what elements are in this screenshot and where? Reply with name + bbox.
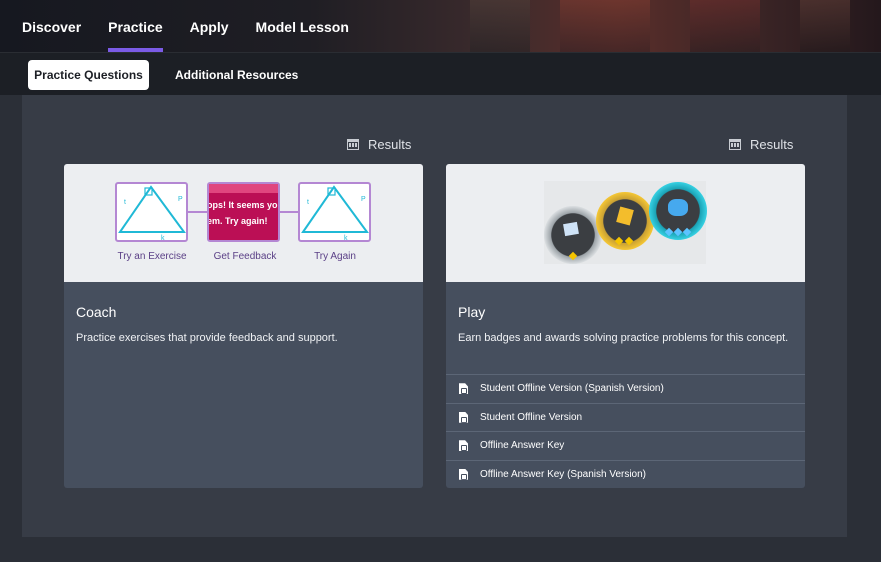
try-again-step: t P k [298,182,371,242]
pdf-document-icon [459,411,468,423]
header-banner: Discover Practice Apply Model Lesson [0,0,881,52]
coach-illustration: t P k ops! It seems yo em. Try again! t … [64,164,423,282]
caption-try-exercise: Try an Exercise [117,251,187,262]
link-label: Offline Answer Key (Spanish Version) [480,468,647,480]
link-student-offline-spanish[interactable]: Student Offline Version (Spanish Version… [446,374,805,403]
triangle-label: P [361,196,366,203]
tab-additional-resources[interactable]: Additional Resources [164,60,309,90]
triangle-label: P [178,196,183,203]
link-label: Student Offline Version [480,411,583,423]
link-answer-key[interactable]: Offline Answer Key [446,431,805,460]
coach-title: Coach [76,304,117,320]
double-star-badge-icon [596,192,654,250]
main-nav: Discover Practice Apply Model Lesson [0,0,376,52]
results-label: Results [368,137,412,152]
pdf-document-icon [459,468,468,480]
connector-line [279,211,299,213]
caption-try-again: Try Again [314,251,356,262]
play-title: Play [458,304,486,320]
sub-nav: Practice Questions Additional Resources [0,52,881,95]
triangle-diagram: t P k [118,185,186,242]
link-answer-key-spanish[interactable]: Offline Answer Key (Spanish Version) [446,459,805,489]
nav-discover[interactable]: Discover [22,0,81,52]
pdf-document-icon [459,440,468,452]
calendar-icon [729,139,741,150]
single-star-badge-icon [544,206,602,264]
triangle-label: k [344,235,348,240]
content-panel: Results Results t P k ops! It seems yo e… [22,95,847,537]
play-card[interactable]: Play Earn badges and awards solving prac… [446,164,805,488]
coach-description: Practice exercises that provide feedback… [76,332,338,344]
connector-line [186,211,208,213]
feedback-step: ops! It seems yo em. Try again! [207,182,280,242]
nav-apply[interactable]: Apply [190,0,229,52]
results-label: Results [750,137,794,152]
feedback-text: ops! It seems yo [207,200,278,210]
play-results-link[interactable]: Results [729,137,793,152]
download-links: Student Offline Version (Spanish Version… [446,374,805,488]
caption-get-feedback: Get Feedback [213,251,277,262]
play-illustration [446,164,805,282]
calendar-icon [347,139,359,150]
triangle-label: t [124,199,126,206]
triangle-label: t [307,199,309,206]
pdf-document-icon [459,383,468,395]
triangle-label: k [161,235,165,240]
link-label: Offline Answer Key [480,440,565,452]
play-description: Earn badges and awards solving practice … [458,332,789,344]
link-label: Student Offline Version (Spanish Version… [480,383,664,395]
feedback-text: em. Try again! [207,216,268,226]
link-student-offline[interactable]: Student Offline Version [446,402,805,432]
exercise-step: t P k [115,182,188,242]
tab-practice-questions[interactable]: Practice Questions [28,60,149,90]
nav-model-lesson[interactable]: Model Lesson [256,0,349,52]
triangle-diagram: t P k [301,185,369,242]
triple-star-badge-icon [649,182,707,240]
coach-results-link[interactable]: Results [347,137,411,152]
coach-card[interactable]: t P k ops! It seems yo em. Try again! t … [64,164,423,488]
nav-practice[interactable]: Practice [108,0,164,52]
